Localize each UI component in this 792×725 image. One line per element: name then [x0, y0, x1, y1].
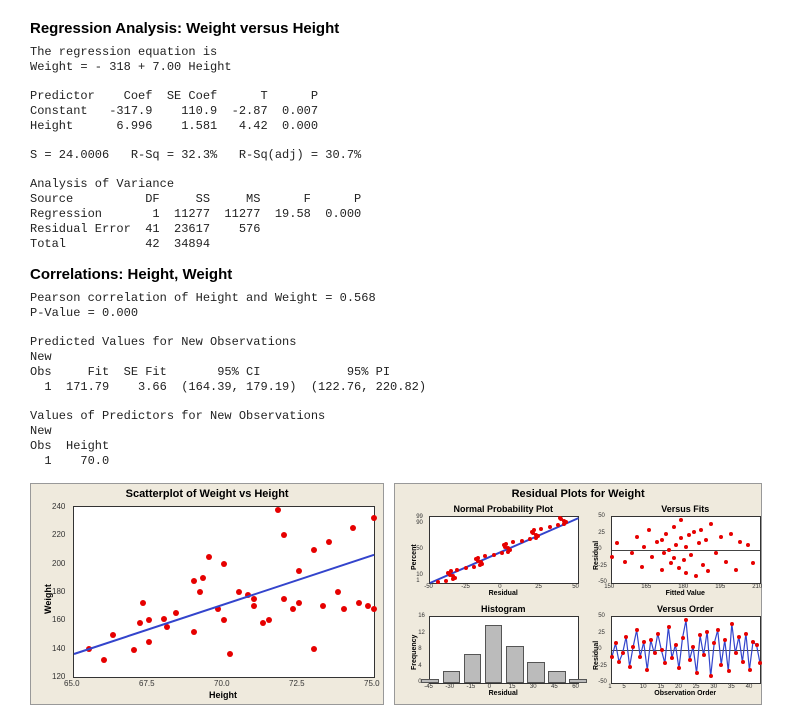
- hist-ylabel: Frequency: [411, 635, 418, 670]
- normplot-title: Normal Probability Plot: [453, 504, 553, 514]
- heading-regression: Regression Analysis: Weight versus Heigh…: [30, 20, 762, 37]
- equation-block: The regression equation is Weight = - 31…: [30, 45, 762, 75]
- residuals-panel: Residual Plots for Weight Normal Probabi…: [394, 483, 762, 705]
- residuals-title: Residual Plots for Weight: [395, 488, 761, 500]
- scatterplot-title: Scatterplot of Weight vs Height: [31, 488, 383, 500]
- vorder-title: Versus Order: [657, 604, 714, 614]
- normplot-xlabel: Residual: [489, 590, 518, 597]
- hist-xlabel: Residual: [489, 690, 518, 697]
- hist-title: Histogram: [481, 604, 526, 614]
- coef-table: Predictor Coef SE Coef T P Constant -317…: [30, 89, 762, 134]
- vfits-xlabel: Fitted Value: [666, 590, 705, 597]
- vorder-area: 1510152025303540-50-2502550: [611, 616, 761, 684]
- anova-table: Analysis of Variance Source DF SS MS F P…: [30, 177, 762, 252]
- heading-correlations: Correlations: Height, Weight: [30, 266, 762, 283]
- newobs-table: Predicted Values for New Observations Ne…: [30, 335, 762, 395]
- vorder-xlabel: Observation Order: [654, 690, 716, 697]
- summary-stats: S = 24.0006 R-Sq = 32.3% R-Sq(adj) = 30.…: [30, 148, 762, 163]
- vorder-ylabel: Residual: [593, 641, 600, 670]
- scatterplot-panel: Scatterplot of Weight vs Height 65.067.5…: [30, 483, 384, 705]
- scatterplot-area: 65.067.570.072.575.012014016018020022024…: [73, 506, 375, 678]
- normplot-area: -50-2502550110509099: [429, 516, 579, 584]
- vfits-ylabel: Residual: [593, 541, 600, 570]
- plots-row: Scatterplot of Weight vs Height 65.067.5…: [30, 483, 762, 705]
- correlation-block: Pearson correlation of Height and Weight…: [30, 291, 762, 321]
- normplot-ylabel: Percent: [411, 544, 418, 570]
- scatterplot-ylabel: Weight: [43, 584, 53, 614]
- vfits-area: 150165180195210-50-2502550: [611, 516, 761, 584]
- predictors-table: Values of Predictors for New Observation…: [30, 409, 762, 469]
- vfits-title: Versus Fits: [661, 504, 709, 514]
- hist-area: -45-30-150153045600481216: [429, 616, 579, 684]
- scatterplot-xlabel: Height: [209, 690, 237, 700]
